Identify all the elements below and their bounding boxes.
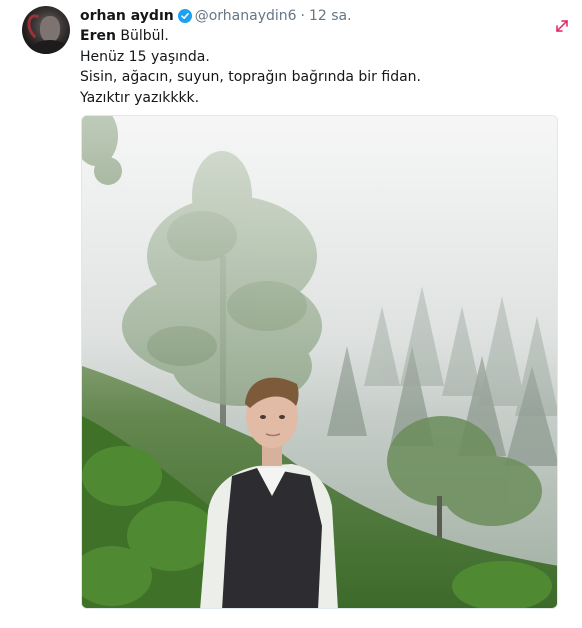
tweet-photo[interactable]: [81, 115, 558, 609]
tweet-text: Eren Bülbül. Henüz 15 yaşında. Sisin, ağ…: [80, 26, 540, 108]
separator-dot: ·: [300, 8, 305, 24]
mention-link-rest: Bülbül.: [115, 28, 169, 44]
tweet-text-line-3: Sisin, ağacın, suyun, toprağın bağrında …: [80, 69, 421, 85]
tweet-text-line-1: Eren Bülbül.: [80, 26, 540, 47]
tweet-text-line-2: Henüz 15 yaşında.: [80, 48, 210, 65]
tweet-text-line-4: Yazıktır yazıkkkk.: [80, 89, 200, 106]
display-name[interactable]: orhan aydın: [80, 6, 174, 26]
tweet-header: orhan aydın @orhanaydin6 · 12 sa.: [80, 6, 352, 26]
expand-icon[interactable]: [554, 18, 570, 34]
avatar-face: [40, 16, 60, 42]
verified-badge-icon: [177, 9, 192, 23]
user-handle[interactable]: @orhanaydin6: [195, 6, 297, 26]
avatar-shoulder: [30, 40, 70, 54]
mention-link[interactable]: Eren: [80, 28, 116, 44]
tweet-timestamp[interactable]: 12 sa.: [309, 6, 352, 26]
avatar[interactable]: [22, 6, 70, 54]
photo-of-young-man-in-misty-forest: [82, 116, 557, 608]
tweet[interactable]: orhan aydın @orhanaydin6 · 12 sa. Eren B…: [0, 0, 582, 628]
